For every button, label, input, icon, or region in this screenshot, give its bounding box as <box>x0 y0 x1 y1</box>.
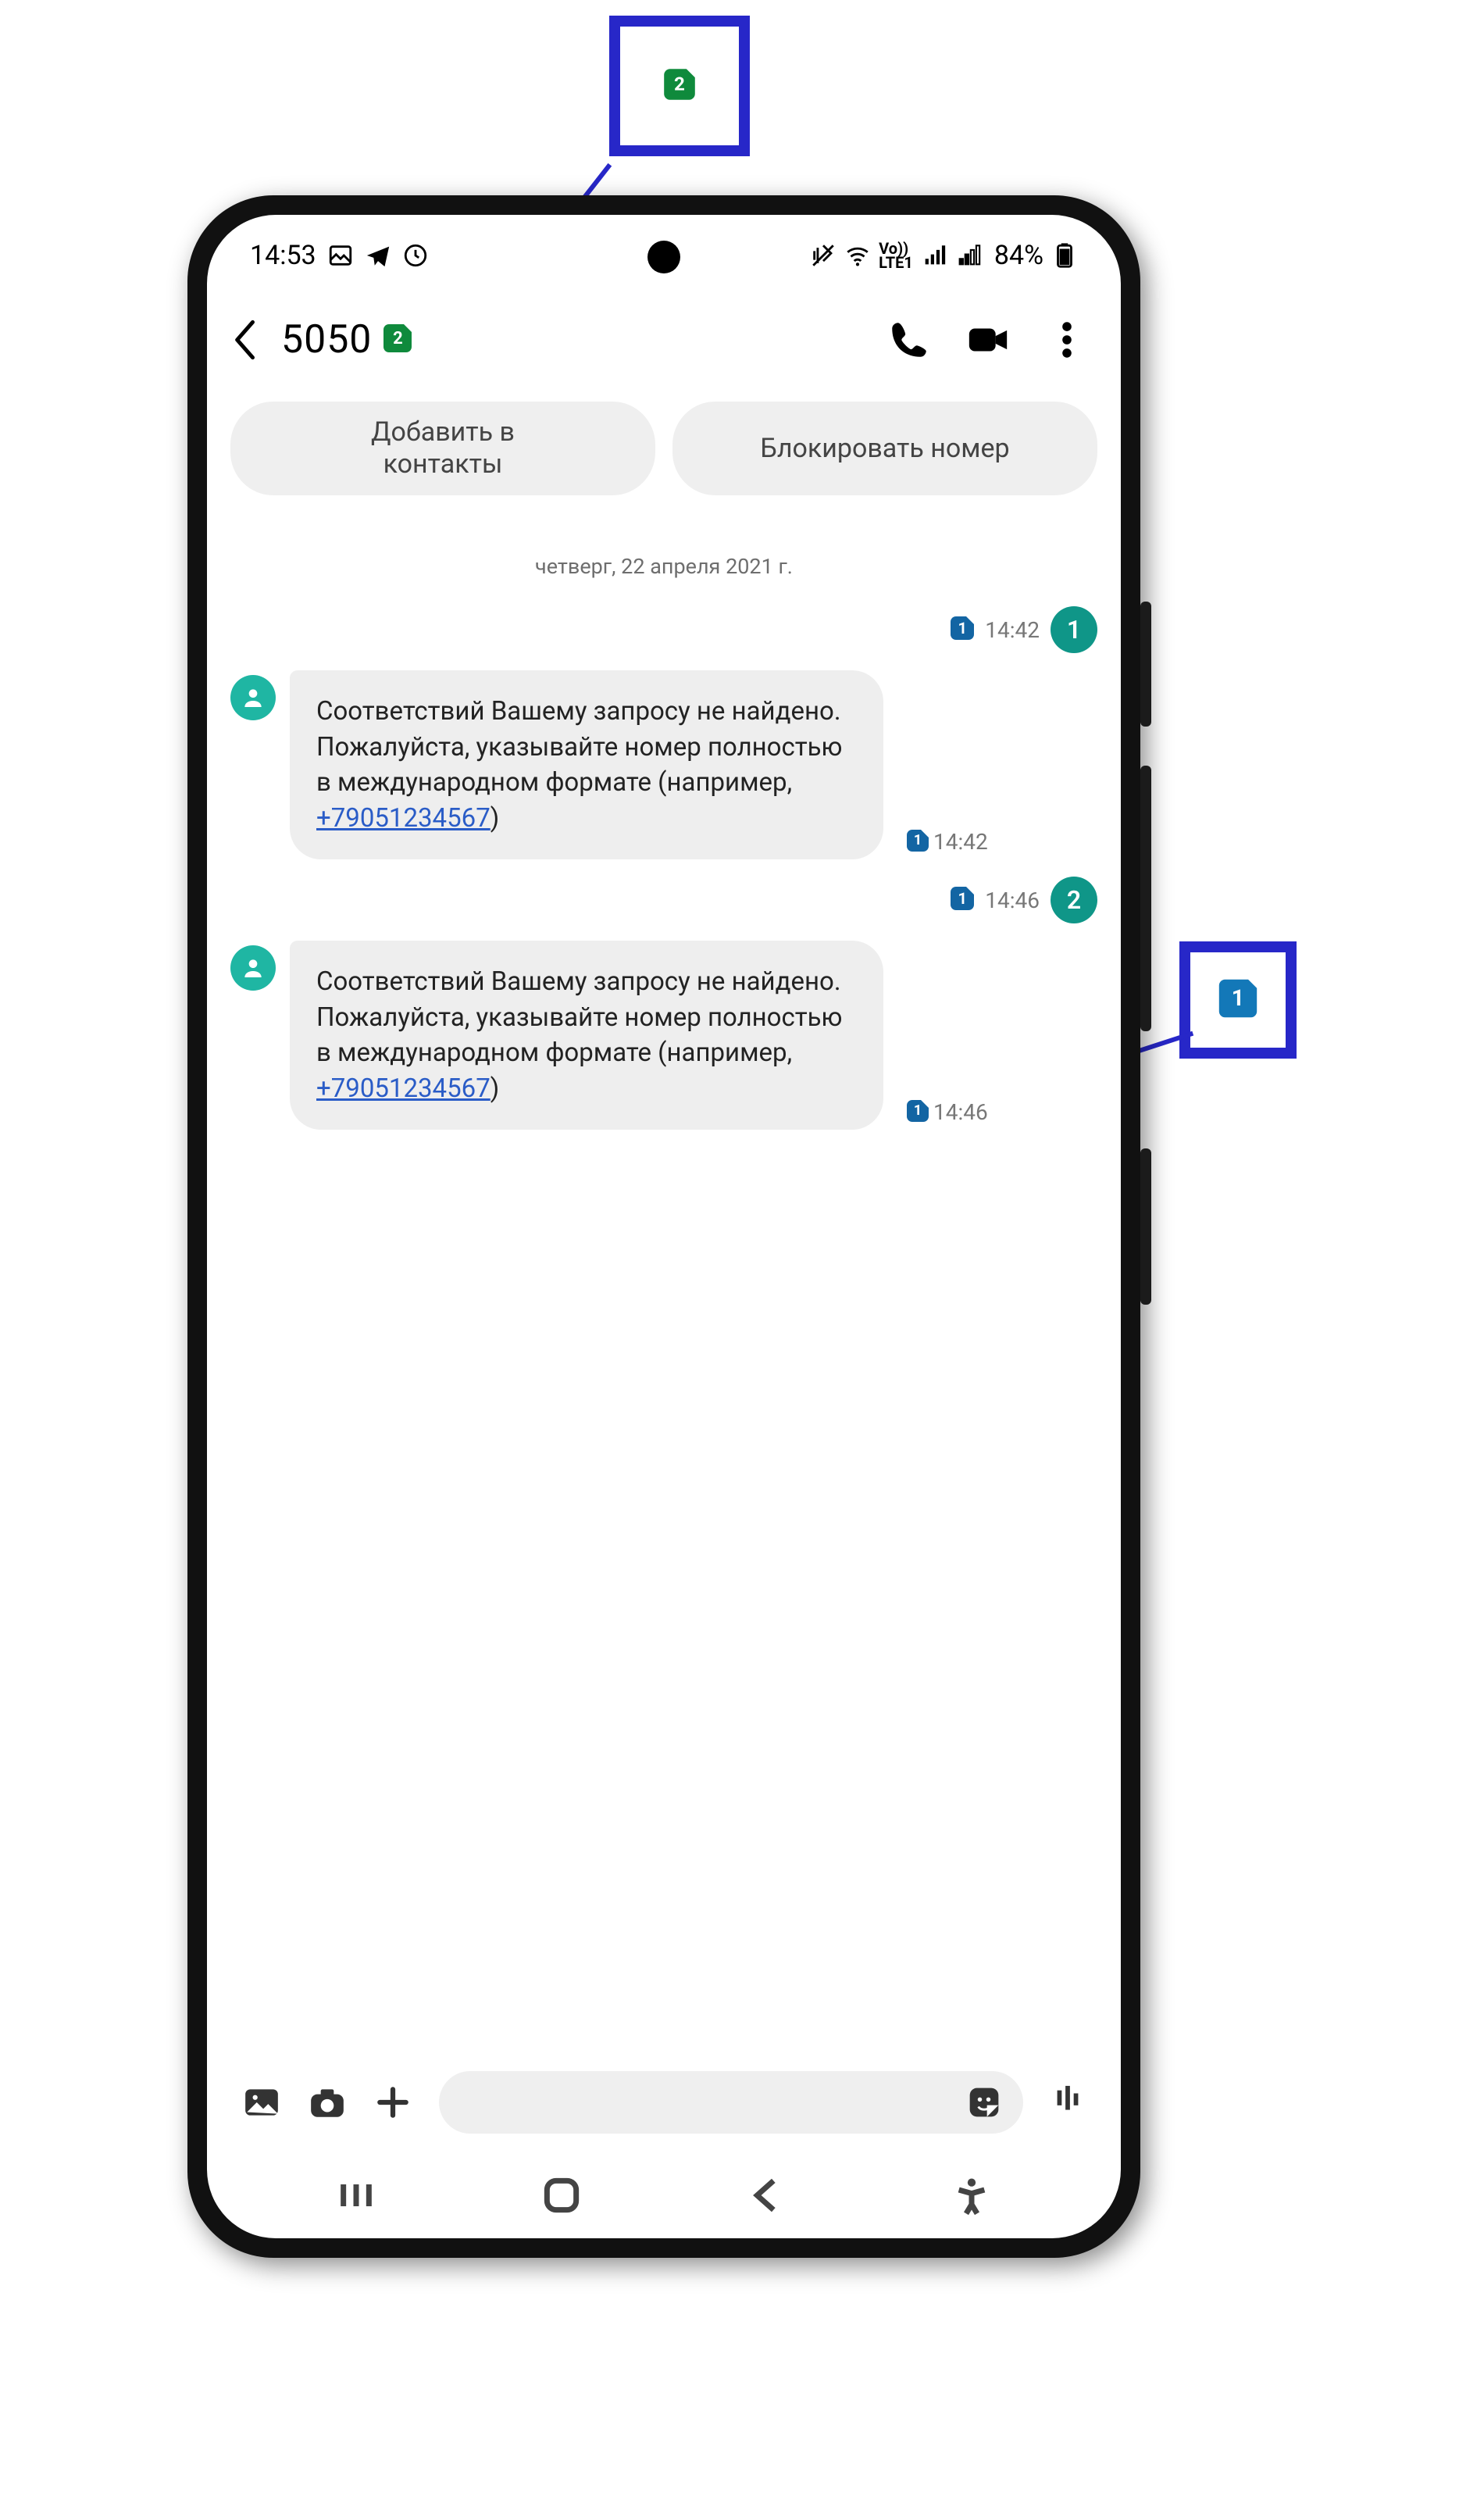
signal-bars-1-icon <box>921 242 947 269</box>
sticker-button[interactable] <box>967 2085 1001 2120</box>
call-button[interactable] <box>886 317 932 362</box>
callout-sim1-box: 1 <box>1179 941 1297 1059</box>
message-number-badge: 2 <box>1051 877 1097 923</box>
sim-indicator-icon: 1 <box>951 616 974 640</box>
date-separator: четверг, 22 апреля 2021 г. <box>207 511 1121 606</box>
incoming-message[interactable]: Соответствий Вашему запросу не найдено. … <box>230 941 1097 1130</box>
messages-pane[interactable]: 1 14:42 1 Соответствий Вашему запросу не… <box>207 606 1121 1147</box>
message-bubble[interactable]: Соответствий Вашему запросу не найдено. … <box>290 670 883 859</box>
telegram-icon <box>365 242 391 269</box>
add-to-contacts-chip[interactable]: Добавить в контакты <box>230 402 655 495</box>
avatar-icon[interactable] <box>230 945 276 991</box>
sim-indicator-icon: 1 <box>951 887 974 910</box>
side-button-volume-up <box>1140 602 1151 727</box>
navigation-bar <box>207 2152 1121 2238</box>
screen: 14:53 Vo))LTE1 <box>207 215 1121 2238</box>
incoming-message[interactable]: Соответствий Вашему запросу не найдено. … <box>230 670 1097 859</box>
volte-icon: Vo))LTE1 <box>879 241 913 270</box>
message-time: 14:46 <box>985 888 1040 913</box>
message-time: 14:42 <box>933 829 988 855</box>
back-button[interactable] <box>223 312 269 367</box>
camera-button[interactable] <box>308 2083 347 2122</box>
signal-bars-2-icon <box>955 242 982 269</box>
header-sim-badge: 2 <box>383 324 412 352</box>
wifi-icon <box>844 242 871 269</box>
message-time: 14:46 <box>933 1099 988 1125</box>
phone-link[interactable]: +79051234567 <box>316 803 491 834</box>
phone-link[interactable]: +79051234567 <box>316 1073 491 1104</box>
sim-indicator-icon: 1 <box>907 830 929 852</box>
recents-button[interactable] <box>334 2173 378 2217</box>
message-text: Соответствий Вашему запросу не найдено. … <box>316 966 843 1068</box>
front-camera <box>647 241 680 273</box>
status-time: 14:53 <box>250 240 316 271</box>
message-bubble[interactable]: Соответствий Вашему запросу не найдено. … <box>290 941 883 1130</box>
callout-sim2-box: 2 <box>609 16 750 156</box>
voice-input-button[interactable] <box>1050 2084 1086 2120</box>
sim-card-1-icon: 1 <box>1219 980 1257 1017</box>
message-number-badge: 1 <box>1051 606 1097 653</box>
gallery-button[interactable] <box>242 2083 281 2122</box>
outgoing-message[interactable]: 1 14:46 2 <box>230 877 1097 923</box>
block-number-chip[interactable]: Блокировать номер <box>672 402 1097 495</box>
accessibility-button[interactable] <box>950 2173 993 2217</box>
compose-bar <box>207 2052 1121 2152</box>
vibrate-icon <box>810 242 837 269</box>
side-button-volume-down <box>1140 766 1151 1031</box>
action-chips-row: Добавить в контакты Блокировать номер <box>207 391 1121 511</box>
contact-number[interactable]: 5050 <box>281 317 372 362</box>
message-meta: 1 14:42 <box>907 829 988 859</box>
phone-frame: 14:53 Vo))LTE1 <box>187 195 1140 2258</box>
battery-icon <box>1051 242 1078 269</box>
nav-back-button[interactable] <box>744 2173 788 2217</box>
clock-icon <box>402 242 429 269</box>
add-to-contacts-label: Добавить в контакты <box>334 416 552 480</box>
video-call-button[interactable] <box>965 317 1011 362</box>
more-menu-button[interactable] <box>1044 317 1090 362</box>
conversation-header: 5050 2 <box>207 289 1121 391</box>
message-text-suffix: ) <box>491 1073 500 1104</box>
message-text-suffix: ) <box>491 803 500 834</box>
avatar-icon[interactable] <box>230 675 276 720</box>
home-button[interactable] <box>540 2173 583 2217</box>
message-time: 14:42 <box>985 617 1040 643</box>
message-meta: 1 14:46 <box>907 1099 988 1130</box>
side-button-power <box>1140 1148 1151 1305</box>
sim-card-2-icon: 2 <box>664 69 695 100</box>
image-icon <box>327 242 354 269</box>
attach-button[interactable] <box>373 2083 412 2122</box>
sim-indicator-icon: 1 <box>907 1100 929 1122</box>
battery-percent: 84% <box>994 240 1043 271</box>
block-number-label: Блокировать номер <box>760 433 1009 465</box>
outgoing-message[interactable]: 1 14:42 1 <box>230 606 1097 653</box>
message-input[interactable] <box>439 2071 1023 2134</box>
message-text: Соответствий Вашему запросу не найдено. … <box>316 696 843 798</box>
